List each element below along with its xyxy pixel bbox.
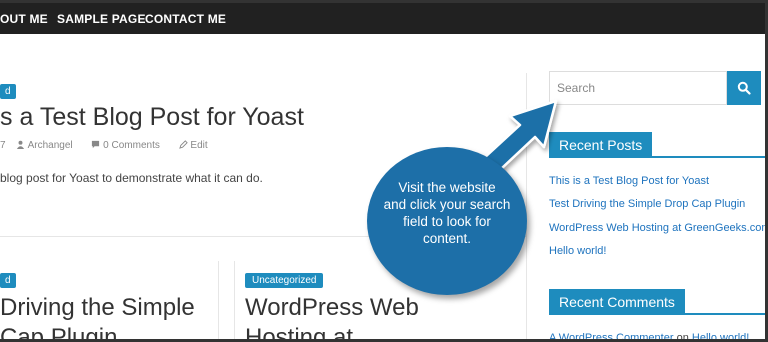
callout-line: content. bbox=[422, 231, 472, 246]
callout-line: field to look for bbox=[403, 214, 491, 229]
callout-arrow-icon bbox=[468, 99, 558, 185]
browser-frame: OUT ME SAMPLE PAGE CONTACT ME d s a Test… bbox=[0, 0, 768, 342]
callout-line: and click your search bbox=[383, 197, 511, 212]
callout-text: Visit the website and click your search … bbox=[367, 179, 527, 247]
callout-line: Visit the website bbox=[398, 180, 496, 195]
